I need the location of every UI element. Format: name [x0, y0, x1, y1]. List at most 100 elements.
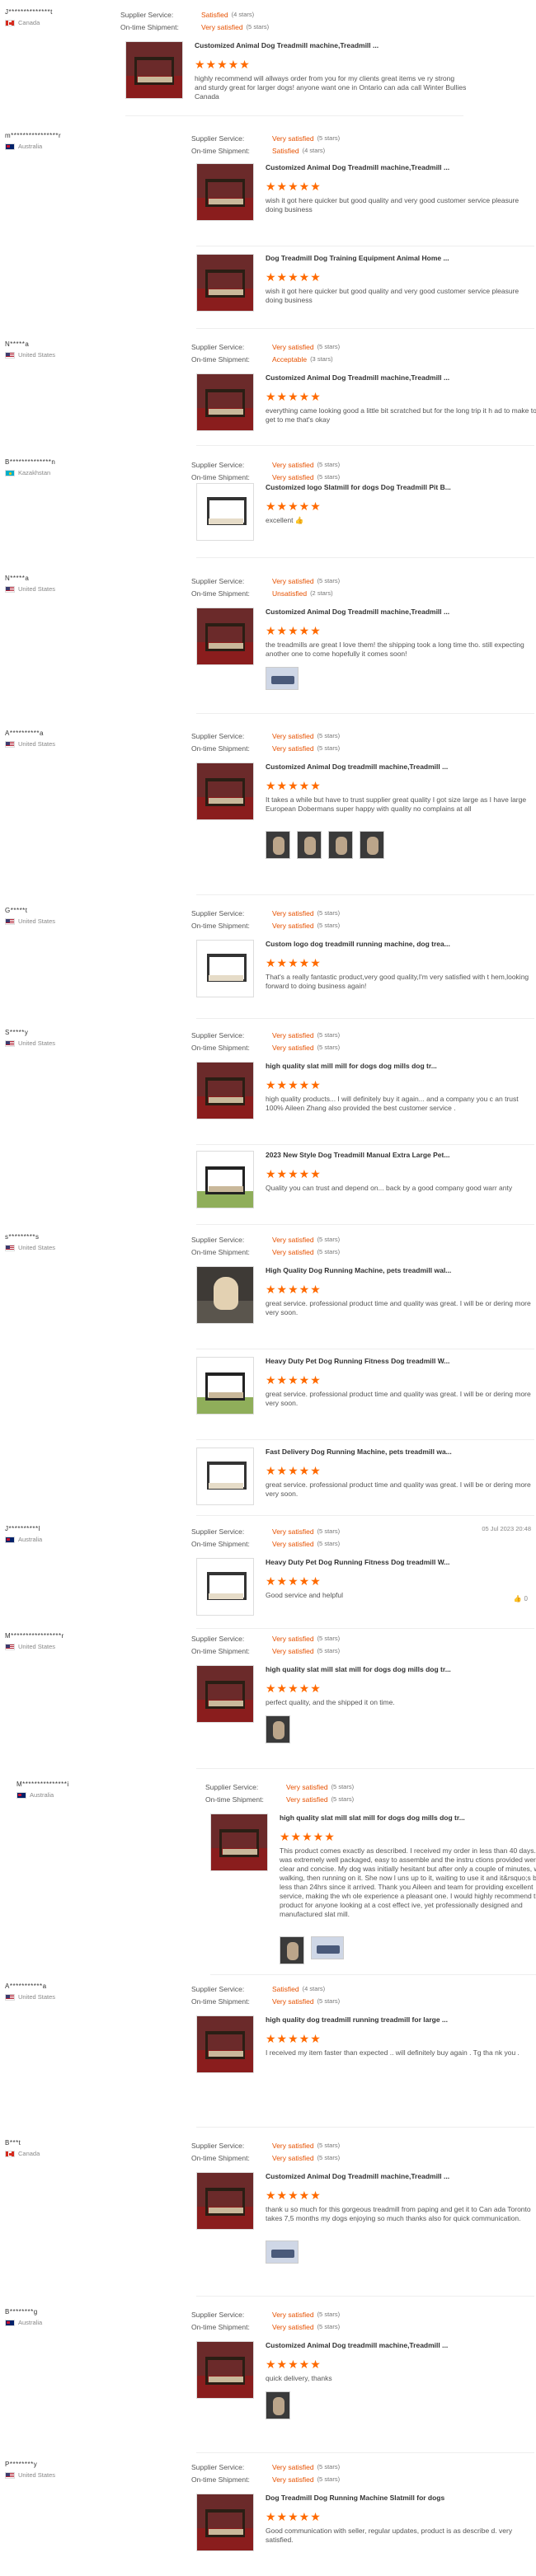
review-text: This product comes exactly as described.…	[280, 1846, 536, 1918]
review-photo[interactable]	[266, 2391, 290, 2419]
review-photo[interactable]	[328, 831, 353, 859]
review-stars: ★★★★★	[266, 1078, 322, 1091]
product-name-link[interactable]: Heavy Duty Pet Dog Running Fitness Dog t…	[266, 1357, 449, 1365]
product-thumbnail[interactable]	[196, 940, 254, 997]
product-thumbnail[interactable]	[196, 1062, 254, 1119]
buyer-name: M***************i	[16, 1781, 69, 1788]
product-name-link[interactable]: Customized Animal Dog Treadmill machine,…	[266, 608, 449, 616]
country-name: Kazakhstan	[18, 469, 51, 476]
review-text: great service. professional product time…	[266, 1480, 531, 1498]
product-name-link[interactable]: Fast Delivery Dog Running Machine, pets …	[266, 1448, 452, 1456]
product-thumbnail[interactable]	[196, 762, 254, 820]
review-photo[interactable]	[266, 2241, 299, 2264]
country-name: United States	[18, 1643, 56, 1650]
product-thumbnail[interactable]	[196, 1151, 254, 1208]
flag-icon	[16, 1791, 26, 1799]
review-separator	[196, 557, 534, 558]
review-photo[interactable]	[266, 831, 290, 859]
product-name-link[interactable]: high quality slat mill mill for dogs dog…	[266, 1062, 437, 1070]
product-name-link[interactable]: Customized Animal Dog Treadmill machine,…	[266, 163, 449, 171]
buyer-country: United States	[5, 1993, 112, 2001]
review-photo[interactable]	[297, 831, 322, 859]
supplier-service-value: Satisfied	[272, 1984, 299, 1993]
reviewed-product: Heavy Duty Pet Dog Running Fitness Dog t…	[196, 1357, 536, 1439]
product-thumbnail[interactable]	[196, 2494, 254, 2551]
flag-icon	[5, 1244, 15, 1251]
product-name-link[interactable]: Customized Animal Dog Treadmill machine,…	[195, 41, 378, 49]
product-thumbnail[interactable]	[196, 163, 254, 221]
product-thumbnail[interactable]	[196, 2015, 254, 2073]
product-thumbnail[interactable]	[196, 2172, 254, 2230]
buyer-country: Australia	[5, 143, 112, 150]
product-thumbnail[interactable]	[196, 1448, 254, 1505]
flag-icon	[5, 469, 15, 476]
buyer-info: J**********l Australia	[5, 1525, 112, 1543]
product-thumbnail[interactable]	[196, 1665, 254, 1723]
product-name-link[interactable]: Customized Animal Dog Treadmill machine,…	[266, 373, 449, 382]
supplier-service-row: Supplier Service: Very satisfied (5 stars)	[191, 730, 373, 742]
product-name-link[interactable]: Dog Treadmill Dog Running Machine Slatmi…	[266, 2494, 444, 2502]
product-name-link[interactable]: high quality dog treadmill running tread…	[266, 2015, 448, 2024]
product-name-link[interactable]: High Quality Dog Running Machine, pets t…	[266, 1266, 451, 1274]
review-photo[interactable]	[266, 1715, 290, 1743]
buyer-name: M*****************r	[5, 1632, 64, 1640]
reviewed-product: high quality slat mill mill for dogs dog…	[196, 1062, 536, 1144]
ontime-shipment-stars: (5 stars)	[317, 1540, 341, 1547]
ratings-block: Supplier Service: Very satisfied (5 stars)…	[191, 1632, 373, 1657]
product-name-link[interactable]: high quality slat mill slat mill for dog…	[280, 1814, 465, 1822]
product-thumbnail[interactable]	[196, 2341, 254, 2399]
review-stars: ★★★★★	[266, 500, 322, 513]
product-name-link[interactable]: Heavy Duty Pet Dog Running Fitness Dog t…	[266, 1558, 449, 1566]
buyer-info: B***t Canada	[5, 2139, 112, 2157]
review-photo[interactable]	[266, 667, 299, 690]
ontime-shipment-stars: (5 stars)	[317, 744, 341, 752]
supplier-service-stars: (5 stars)	[317, 461, 341, 468]
supplier-service-value: Satisfied	[201, 10, 228, 19]
product-name-link[interactable]: Customized Animal Dog treadmill machine,…	[266, 762, 448, 771]
buyer-info: M*****************r United States	[5, 1632, 112, 1650]
supplier-service-stars: (5 stars)	[317, 732, 341, 739]
product-name-link[interactable]: Customized Animal Dog Treadmill machine,…	[266, 2172, 449, 2180]
product-thumbnail[interactable]	[196, 608, 254, 665]
review-stars: ★★★★★	[266, 270, 322, 284]
product-thumbnail[interactable]	[196, 483, 254, 541]
review-photo[interactable]	[360, 831, 384, 859]
product-name-link[interactable]: high quality slat mill slat mill for dog…	[266, 1665, 451, 1673]
reviewed-product: Custom logo dog treadmill running machin…	[196, 940, 536, 1022]
ontime-shipment-row: On-time Shipment: Very satisfied (5 stars)	[205, 1793, 387, 1805]
buyer-country: United States	[5, 2471, 112, 2479]
country-name: United States	[18, 740, 56, 748]
flag-icon	[5, 143, 15, 150]
ratings-block: Supplier Service: Very satisfied (5 stars)…	[191, 907, 373, 931]
product-thumbnail[interactable]	[196, 1357, 254, 1415]
product-name-link[interactable]: Custom logo dog treadmill running machin…	[266, 940, 450, 948]
review-photo[interactable]	[280, 1936, 304, 1964]
product-thumbnail[interactable]	[196, 373, 254, 431]
ontime-shipment-stars: (5 stars)	[317, 1997, 341, 2005]
country-name: United States	[18, 351, 56, 359]
review-photos	[266, 667, 299, 690]
supplier-service-label: Supplier Service:	[191, 908, 245, 917]
product-thumbnail[interactable]	[125, 41, 183, 99]
ontime-shipment-stars: (5 stars)	[317, 2154, 341, 2161]
product-name-link[interactable]: Customized logo Slatmill for dogs Dog Tr…	[266, 483, 451, 491]
product-name-link[interactable]: Dog Treadmill Dog Training Equipment Ani…	[266, 254, 449, 262]
product-thumbnail[interactable]	[210, 1814, 268, 1871]
product-thumbnail[interactable]	[196, 1266, 254, 1324]
review-separator	[196, 2296, 534, 2297]
supplier-service-value: Very satisfied	[272, 576, 314, 585]
product-name-link[interactable]: Customized Animal Dog treadmill machine,…	[266, 2341, 448, 2349]
product-thumbnail[interactable]	[196, 254, 254, 312]
supplier-service-row: Supplier Service: Very satisfied (5 stars)	[191, 132, 373, 144]
buyer-info: P********y United States	[5, 2461, 112, 2479]
supplier-service-label: Supplier Service:	[191, 1984, 245, 1993]
buyer-name: B**************n	[5, 458, 56, 466]
review-separator	[196, 1768, 534, 1769]
product-thumbnail[interactable]	[196, 1558, 254, 1616]
review-photo[interactable]	[311, 1936, 344, 1959]
review-stars: ★★★★★	[266, 1682, 322, 1695]
supplier-service-label: Supplier Service:	[191, 460, 245, 469]
review-card: s*********s United States Supplier Service…	[0, 1233, 536, 1505]
supplier-service-value: Very satisfied	[272, 342, 314, 351]
product-name-link[interactable]: 2023 New Style Dog Treadmill Manual Extr…	[266, 1151, 449, 1159]
